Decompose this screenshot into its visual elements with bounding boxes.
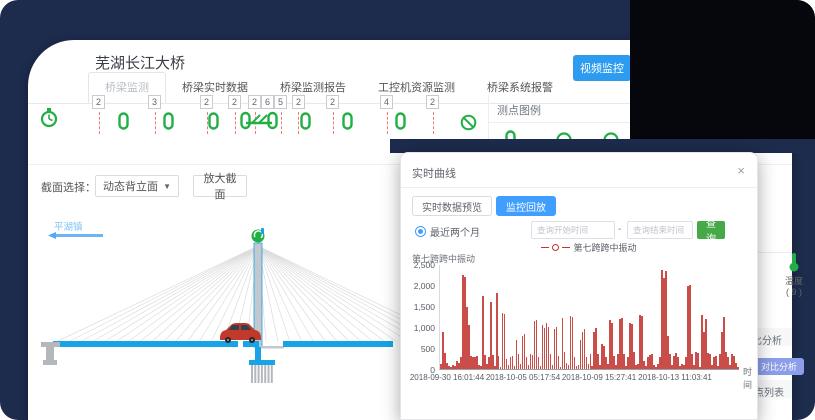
tower-sensor-icon (252, 228, 265, 243)
bridge-diagram: 平湖镇 (28, 210, 408, 420)
sensor-tick (155, 112, 156, 134)
y-tick: 500 (403, 344, 435, 354)
last-two-months-label: 最近两个月 (430, 224, 480, 239)
link-icon[interactable] (395, 112, 406, 135)
x-tick: 2018-10-13 11:03:41 (638, 373, 712, 382)
screen: { "window": { "title": "芜湖长江大桥", "tabs":… (0, 0, 815, 420)
section-select-label: 截面选择： (41, 179, 96, 195)
prohibition-icon[interactable] (460, 114, 477, 136)
sensor-count-badge: 2 (228, 95, 241, 109)
sensor-tick (99, 112, 100, 134)
query-start-time-input[interactable] (531, 221, 615, 239)
last-two-months-radio[interactable] (415, 226, 426, 237)
legend-panel-title: 测点图例 (497, 102, 541, 118)
tab-realtime-preview[interactable]: 实时数据预览 (412, 196, 492, 216)
video-monitor-button[interactable]: 视频监控 (573, 55, 631, 81)
link-icon[interactable] (118, 112, 129, 135)
dialog-title: 实时曲线 (412, 165, 456, 181)
bridge-abutment (41, 342, 60, 365)
bridge-deck (53, 341, 238, 347)
direction-arrow-icon (55, 234, 103, 237)
dialog-title-divider (401, 187, 757, 188)
zoom-section-button[interactable]: 放大截面 (193, 175, 247, 197)
y-tick: 1,500 (403, 302, 435, 312)
bearing-icon[interactable] (240, 110, 278, 135)
link-icon[interactable] (342, 112, 353, 135)
legend-series-label: 第七跨跨中振动 (573, 241, 636, 254)
thermometer-icon (787, 252, 801, 272)
sensor-count-badge: 2 (92, 95, 105, 109)
y-tick: 2,500 (403, 260, 435, 270)
section-select-dropdown[interactable]: 动态背立面 ▼ (95, 175, 179, 197)
sensor-tick (298, 112, 299, 134)
background-band (390, 139, 815, 153)
tab-ipc-resource[interactable]: 工控机资源监测 (362, 73, 471, 102)
sensor-count-badge: 2 (248, 95, 261, 109)
sensor-count-badge: 2 (326, 95, 339, 109)
compare-analysis-button[interactable]: 对比分析 (754, 358, 804, 375)
y-tick: 1,000 (403, 323, 435, 333)
sensor-count-badge: 6 (261, 95, 274, 109)
legend-panel-border (488, 95, 489, 140)
section-select-value: 动态背立面 (103, 178, 158, 194)
sensor-tick (281, 112, 282, 134)
tab-monitor-playback[interactable]: 监控回放 (496, 196, 556, 216)
temperature-count: ( 9 ) (766, 287, 815, 297)
bridge-foundation (249, 347, 275, 383)
sensor-count-badge: 2 (292, 95, 305, 109)
clock-icon[interactable] (40, 108, 58, 133)
temperature-label: 温度 (766, 274, 815, 287)
bridge-deck (283, 341, 393, 347)
tab-system-alarm[interactable]: 桥梁系统报警 (471, 73, 569, 102)
link-icon[interactable] (163, 112, 174, 135)
link-icon[interactable] (208, 112, 219, 135)
date-range-separator: - (618, 224, 621, 235)
chart-legend[interactable]: 第七跨跨中振动 (439, 241, 739, 254)
x-tick: 2018-09-30 16:01:44 (410, 373, 484, 382)
sensor-count-badge: 4 (380, 95, 393, 109)
x-tick: 2018-10-05 05:17:54 (486, 373, 560, 382)
sensor-tick (333, 112, 334, 134)
direction-label: 平湖镇 (54, 221, 83, 233)
legend-circle-icon (552, 244, 559, 251)
y-tick: 2,000 (403, 281, 435, 291)
sensor-count-badge: 2 (426, 95, 439, 109)
sensor-tick (235, 112, 236, 134)
sensor-tick (433, 112, 434, 134)
legend-line-icon (562, 247, 570, 248)
bridge-deck-joint (259, 346, 284, 349)
sensor-count-badge: 5 (274, 95, 287, 109)
x-axis-title: 时间 (743, 365, 757, 391)
chart-plot[interactable] (439, 265, 739, 370)
sensor-count-badge: 3 (148, 95, 161, 109)
query-end-time-input[interactable] (627, 221, 693, 239)
black-overlay (630, 0, 815, 146)
sensor-count-badge: 2 (200, 95, 213, 109)
direction-arrow-icon (48, 232, 56, 239)
close-icon[interactable]: × (737, 163, 745, 178)
link-icon[interactable] (300, 112, 311, 135)
page-title: 芜湖长江大桥 (95, 52, 185, 73)
legend-line-icon (541, 247, 549, 248)
query-button[interactable]: 查询 (697, 221, 725, 239)
chevron-down-icon: ▼ (163, 182, 171, 191)
realtime-curve-dialog: 实时曲线 × 实时数据预览 监控回放 最近两个月 - 查询 第七跨跨中振动 第七… (400, 152, 758, 420)
temperature-legend-item[interactable]: 温度 ( 9 ) (766, 252, 815, 297)
sensor-tick (387, 112, 388, 134)
x-tick: 2018-10-09 15:27:41 (562, 373, 636, 382)
